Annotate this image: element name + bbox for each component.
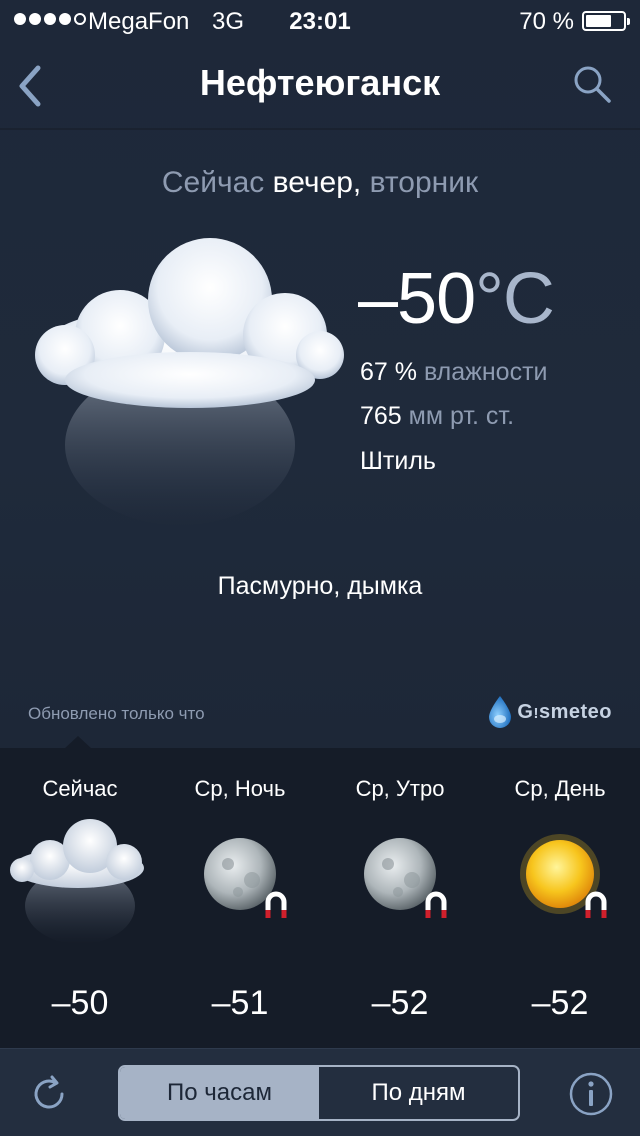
battery-icon bbox=[582, 11, 630, 31]
chevron-left-icon[interactable] bbox=[14, 64, 46, 108]
bottom-toolbar: По часам По дням bbox=[0, 1048, 640, 1136]
humidity-value: 67 % bbox=[360, 358, 417, 386]
forecast-strip: Сейчас –50 Ср, Ночь –51 Ср, Утро –52 Ср,… bbox=[0, 748, 640, 1048]
carrier-name: MegaFon bbox=[88, 8, 190, 35]
moon-frost-icon bbox=[364, 838, 447, 918]
tab-hourly[interactable]: По часам bbox=[120, 1067, 319, 1119]
status-bar: MegaFon 3G 23:01 70 % bbox=[0, 0, 640, 42]
humidity: 67 % влажности bbox=[360, 358, 548, 387]
header-divider bbox=[0, 128, 640, 130]
water-drop-icon bbox=[489, 696, 512, 728]
cloud-haze-icon bbox=[10, 819, 144, 944]
pressure-value: 765 bbox=[360, 402, 402, 430]
forecast-label: Сейчас bbox=[42, 776, 118, 801]
view-mode-segmented-control: По часам По дням bbox=[118, 1065, 520, 1121]
humidity-label: влажности bbox=[423, 358, 548, 386]
updated-status: Обновлено только что bbox=[28, 704, 205, 723]
weather-app: MegaFon 3G 23:01 70 % Нефтеюганск Сейчас… bbox=[0, 0, 640, 1136]
signal-strength-icon bbox=[14, 13, 86, 25]
forecast-item[interactable]: Ср, День –52 bbox=[480, 748, 640, 1048]
search-icon[interactable] bbox=[572, 64, 612, 104]
refresh-icon[interactable] bbox=[28, 1073, 70, 1115]
forecast-temperature: –52 bbox=[531, 984, 589, 1022]
pressure-label: мм рт. ст. bbox=[408, 402, 515, 430]
current-period: Сейчас вечер, вторник bbox=[0, 166, 640, 200]
info-icon[interactable] bbox=[568, 1071, 614, 1117]
wind: Штиль bbox=[360, 447, 436, 475]
forecast-label: Ср, День bbox=[514, 776, 606, 801]
pressure: 765 мм рт. ст. bbox=[360, 402, 514, 431]
tab-daily[interactable]: По дням bbox=[319, 1067, 518, 1119]
forecast-label: Ср, Ночь bbox=[194, 776, 286, 801]
forecast-temperature: –51 bbox=[211, 984, 269, 1022]
temperature-value: –50 bbox=[358, 259, 476, 339]
temperature-unit: °C bbox=[475, 259, 555, 339]
forecast-label: Ср, Утро bbox=[355, 776, 445, 801]
period-prefix: Сейчас bbox=[161, 166, 265, 199]
city-title: Нефтеюганск bbox=[199, 62, 441, 103]
moon-frost-icon bbox=[204, 838, 287, 918]
network-type: 3G bbox=[212, 8, 245, 35]
forecast-temperature: –50 bbox=[51, 984, 109, 1022]
navigation-bar: Нефтеюганск bbox=[0, 42, 640, 128]
sun-frost-icon bbox=[520, 834, 607, 918]
forecast-temperature: –52 bbox=[371, 984, 429, 1022]
current-temperature: –50°C bbox=[358, 258, 555, 340]
gismeteo-logo: G!smeteo bbox=[487, 694, 612, 730]
period-day: вторник bbox=[369, 166, 479, 199]
condition-text: Пасмурно, дымка bbox=[217, 572, 423, 600]
battery-percent: 70 % bbox=[519, 8, 574, 35]
forecast-item[interactable]: Ср, Утро –52 bbox=[320, 748, 480, 1048]
forecast-item[interactable]: Сейчас –50 bbox=[0, 748, 160, 1048]
forecast-item[interactable]: Ср, Ночь –51 bbox=[160, 748, 320, 1048]
cloud-haze-icon bbox=[35, 238, 344, 525]
period-time: вечер, bbox=[272, 166, 362, 199]
